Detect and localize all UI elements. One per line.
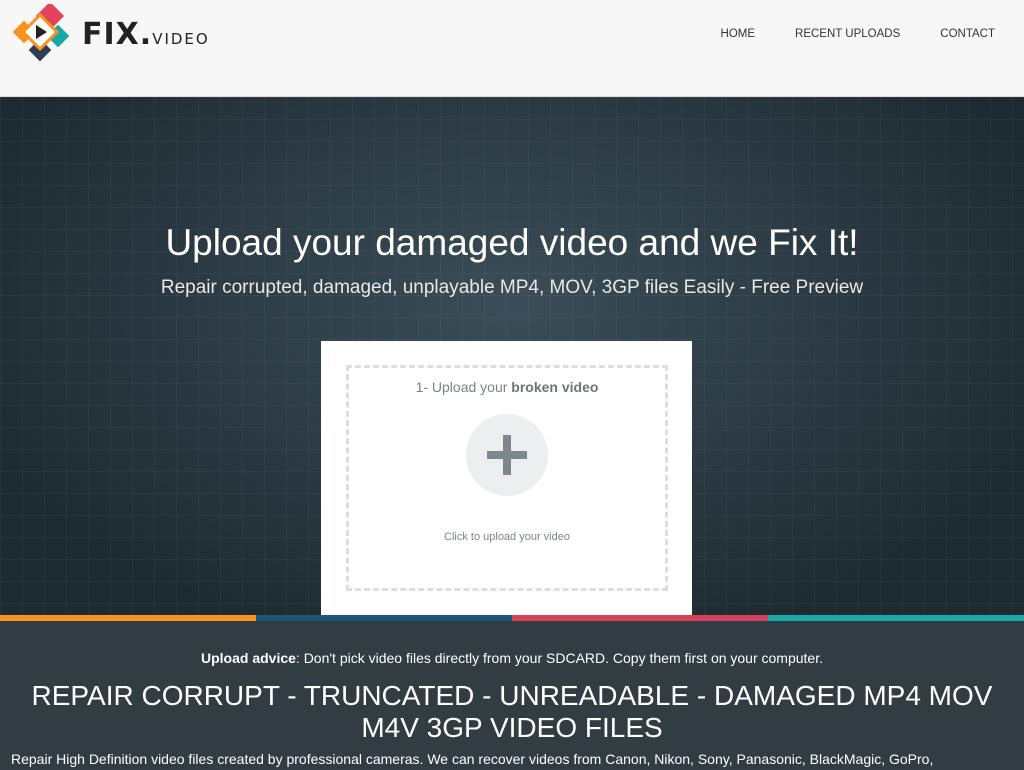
main-nav: HOME RECENT UPLOADS CONTACT — [721, 28, 995, 40]
hero-title: Upload your damaged video and we Fix It! — [165, 222, 859, 263]
upload-title: 1- Upload your broken video — [415, 379, 599, 395]
stripe-teal — [768, 615, 1024, 621]
site-header: FIX.VIDEO HOME RECENT UPLOADS CONTACT — [0, 0, 1024, 97]
upload-dropzone[interactable]: 1- Upload your broken video Click to upl… — [346, 365, 668, 591]
upload-advice: Upload advice: Don't pick video files di… — [201, 650, 823, 666]
nav-home[interactable]: HOME — [721, 28, 756, 40]
section-headline: REPAIR CORRUPT - TRUNCATED - UNREADABLE … — [31, 680, 993, 743]
stripe-orange — [0, 615, 256, 621]
plus-icon[interactable] — [466, 414, 548, 496]
upload-box[interactable]: 1- Upload your broken video Click to upl… — [321, 341, 692, 615]
stripe-red — [512, 615, 768, 621]
nav-contact[interactable]: CONTACT — [940, 28, 995, 40]
section-description: Repair High Definition video files creat… — [11, 751, 934, 767]
upload-hint: Click to upload your video — [444, 531, 570, 543]
logo[interactable]: FIX.VIDEO — [10, 4, 210, 64]
logo-text: FIX.VIDEO — [82, 16, 210, 52]
hero-subtitle: Repair corrupted, damaged, unplayable MP… — [160, 277, 864, 298]
nav-recent-uploads[interactable]: RECENT UPLOADS — [795, 28, 900, 40]
color-stripe — [0, 615, 1024, 621]
stripe-blue — [256, 615, 512, 621]
logo-icon — [12, 4, 70, 62]
